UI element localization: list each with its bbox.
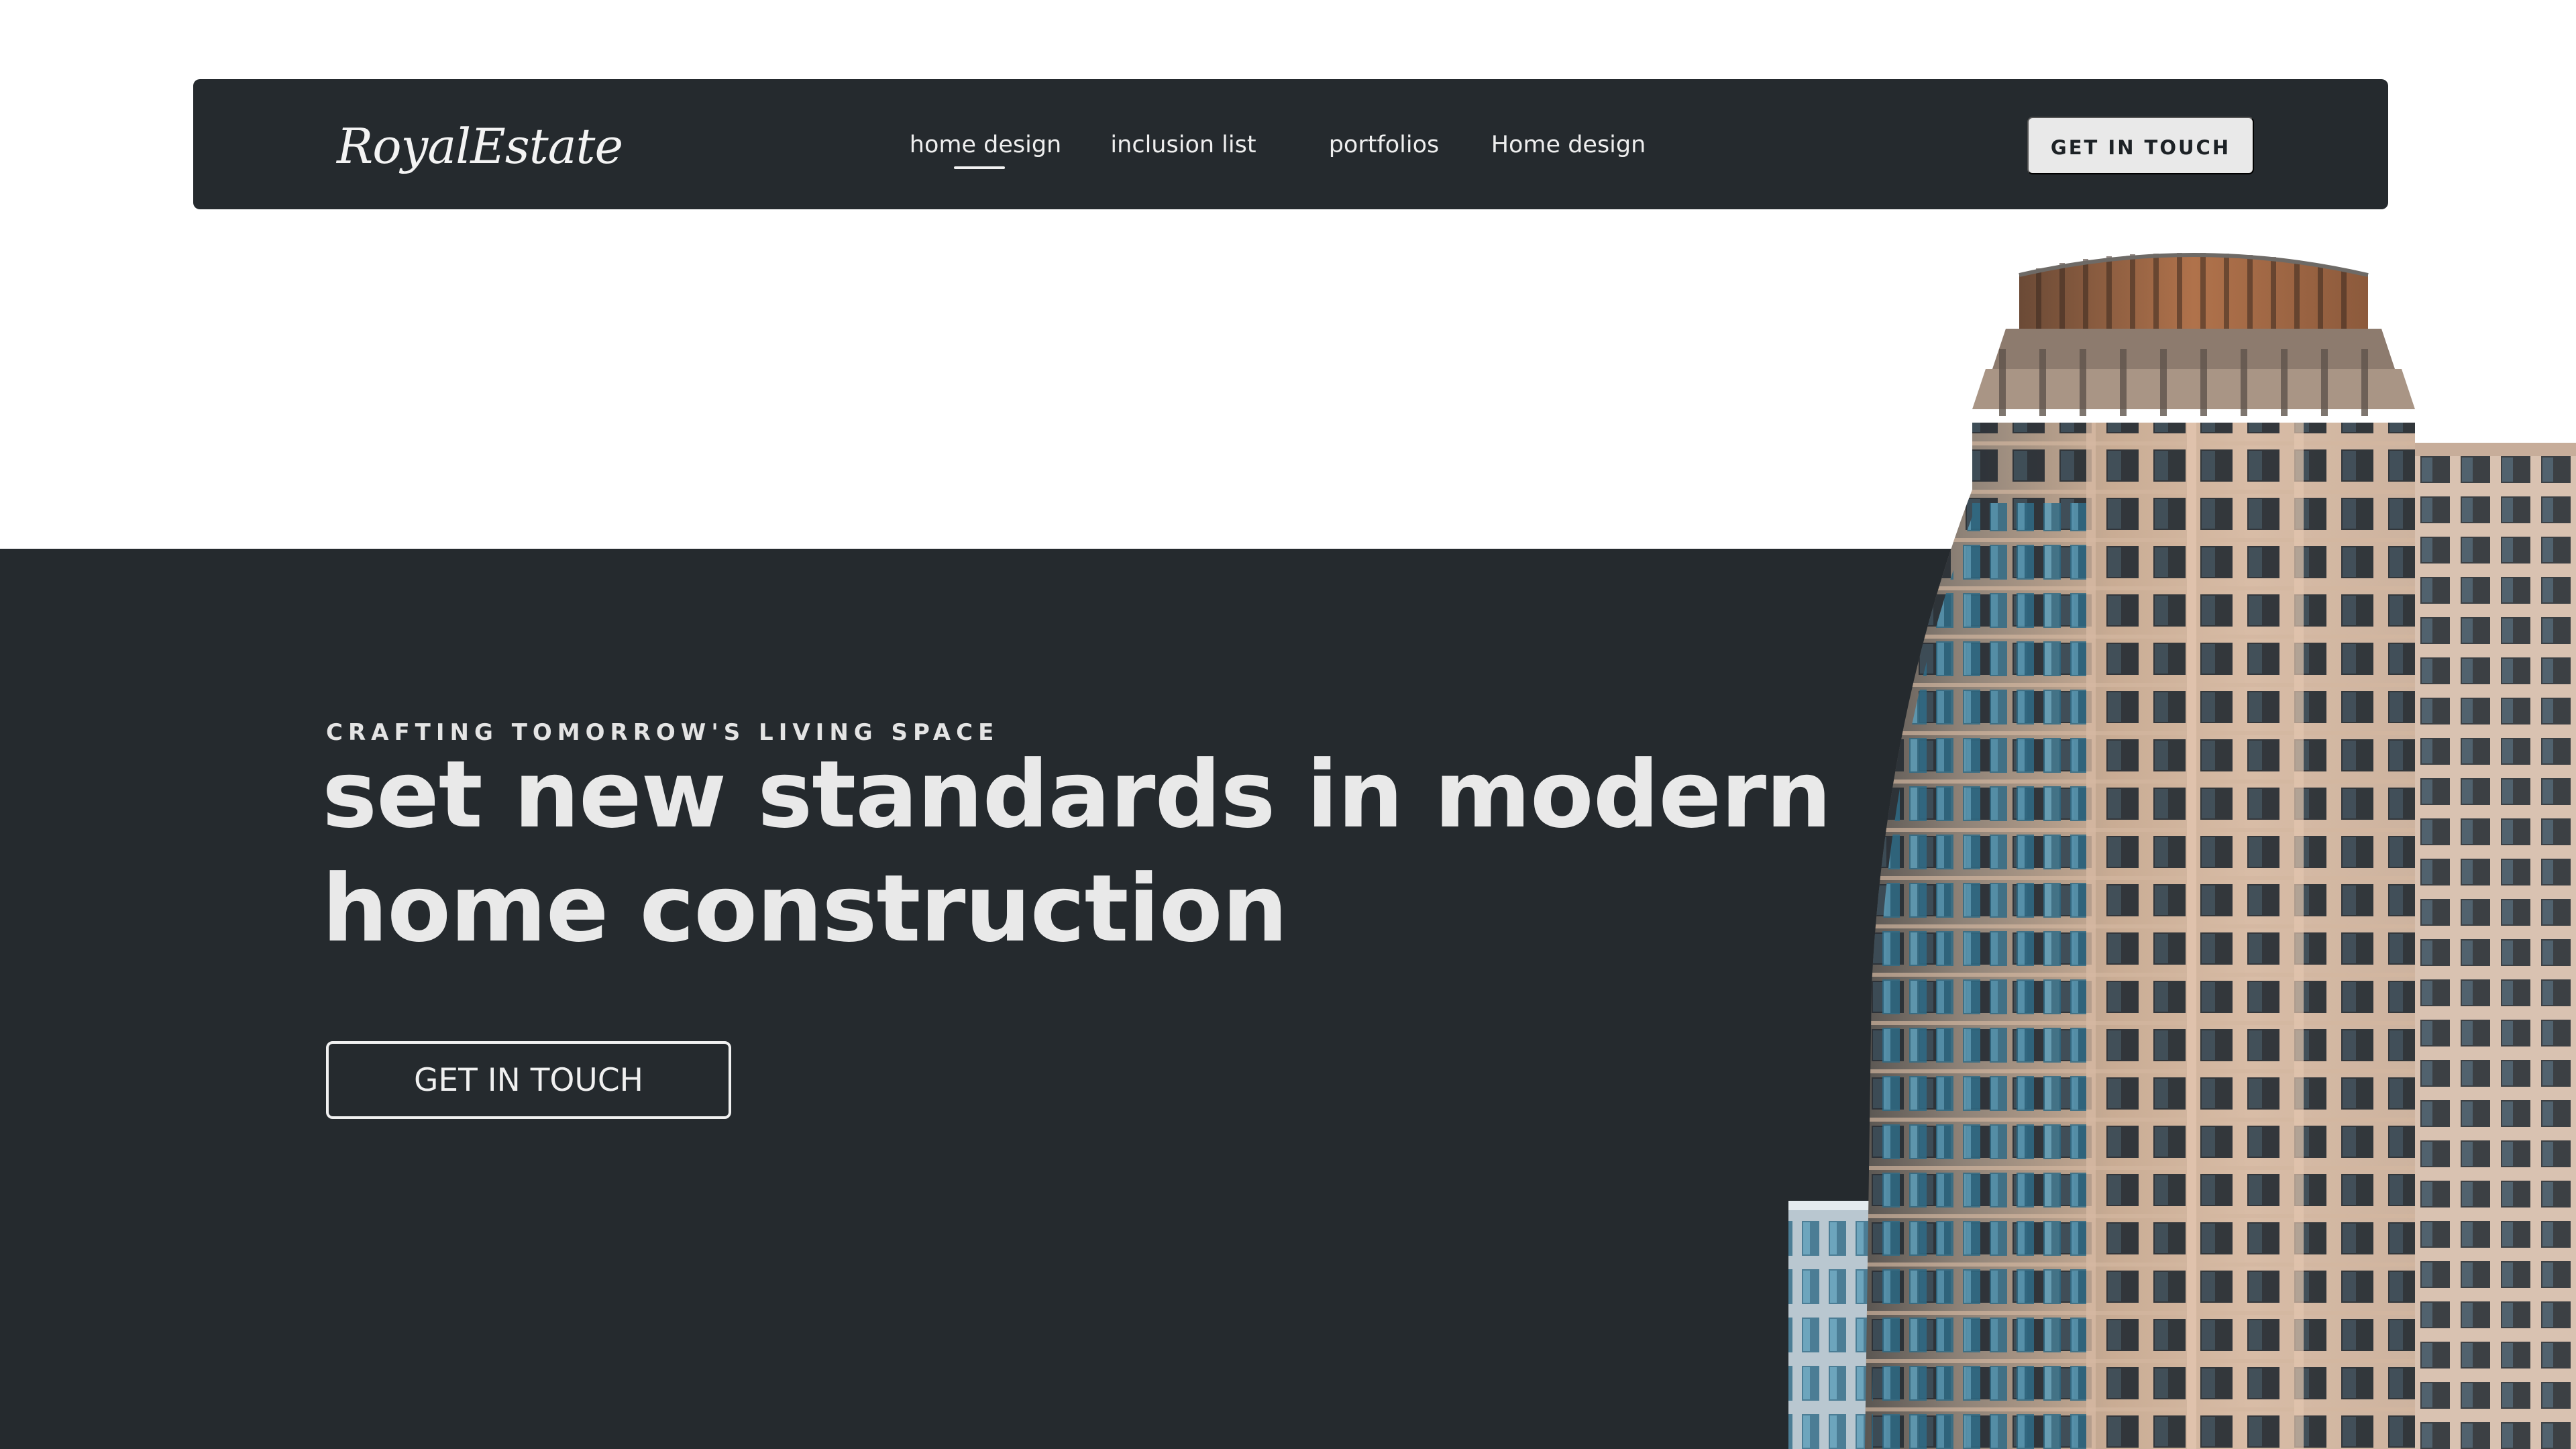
landing-page: RoyalEstate home design inclusion list p… [0,0,2576,1449]
nav-item-portfolios[interactable]: portfolios [1313,125,1454,165]
hero-get-in-touch-button[interactable]: GET IN TOUCH [326,1041,731,1119]
navbar: RoyalEstate home design inclusion list p… [193,79,2388,209]
active-nav-indicator [954,166,1005,169]
nav-item-inclusion-list[interactable]: inclusion list [1106,125,1261,165]
hero-headline: set new standards in modern home constru… [322,738,1831,966]
nav-item-home-design[interactable]: home design [908,125,1063,165]
hero-headline-line-2: home construction [322,855,1288,963]
nav-item-home-design-secondary[interactable]: Home design [1485,125,1652,165]
hero-headline-line-1: set new standards in modern [322,741,1831,849]
nav-get-in-touch-button[interactable]: GET IN TOUCH [2027,117,2254,174]
building-image [1788,253,2576,1449]
